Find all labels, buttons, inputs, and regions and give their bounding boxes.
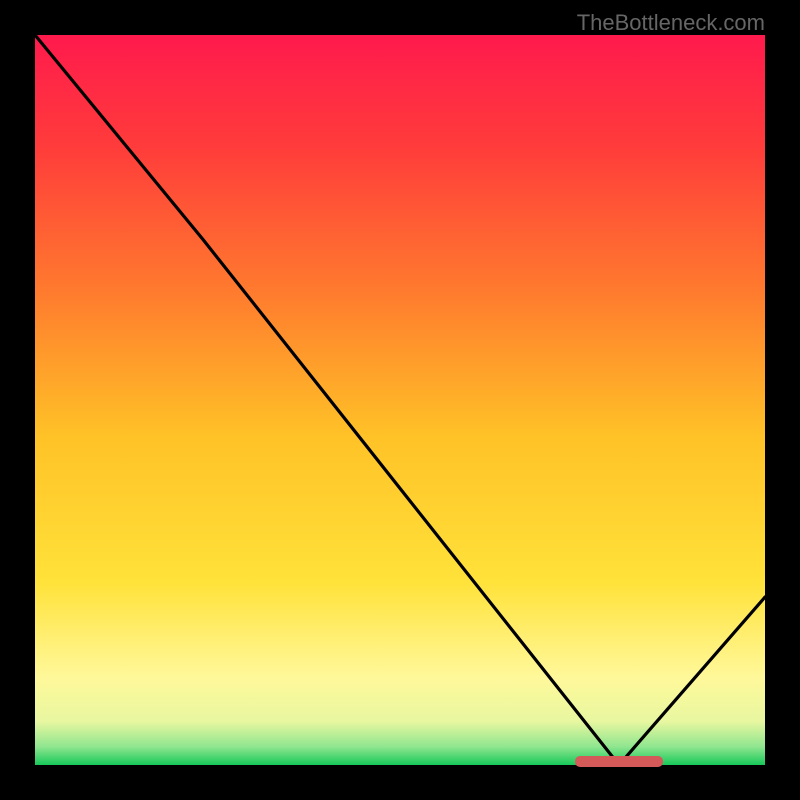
- plot-area: [35, 35, 765, 765]
- chart-background-gradient: [35, 35, 765, 765]
- watermark-text: TheBottleneck.com: [577, 10, 765, 36]
- highlight-marker: [575, 756, 663, 767]
- chart-container: TheBottleneck.com: [0, 0, 800, 800]
